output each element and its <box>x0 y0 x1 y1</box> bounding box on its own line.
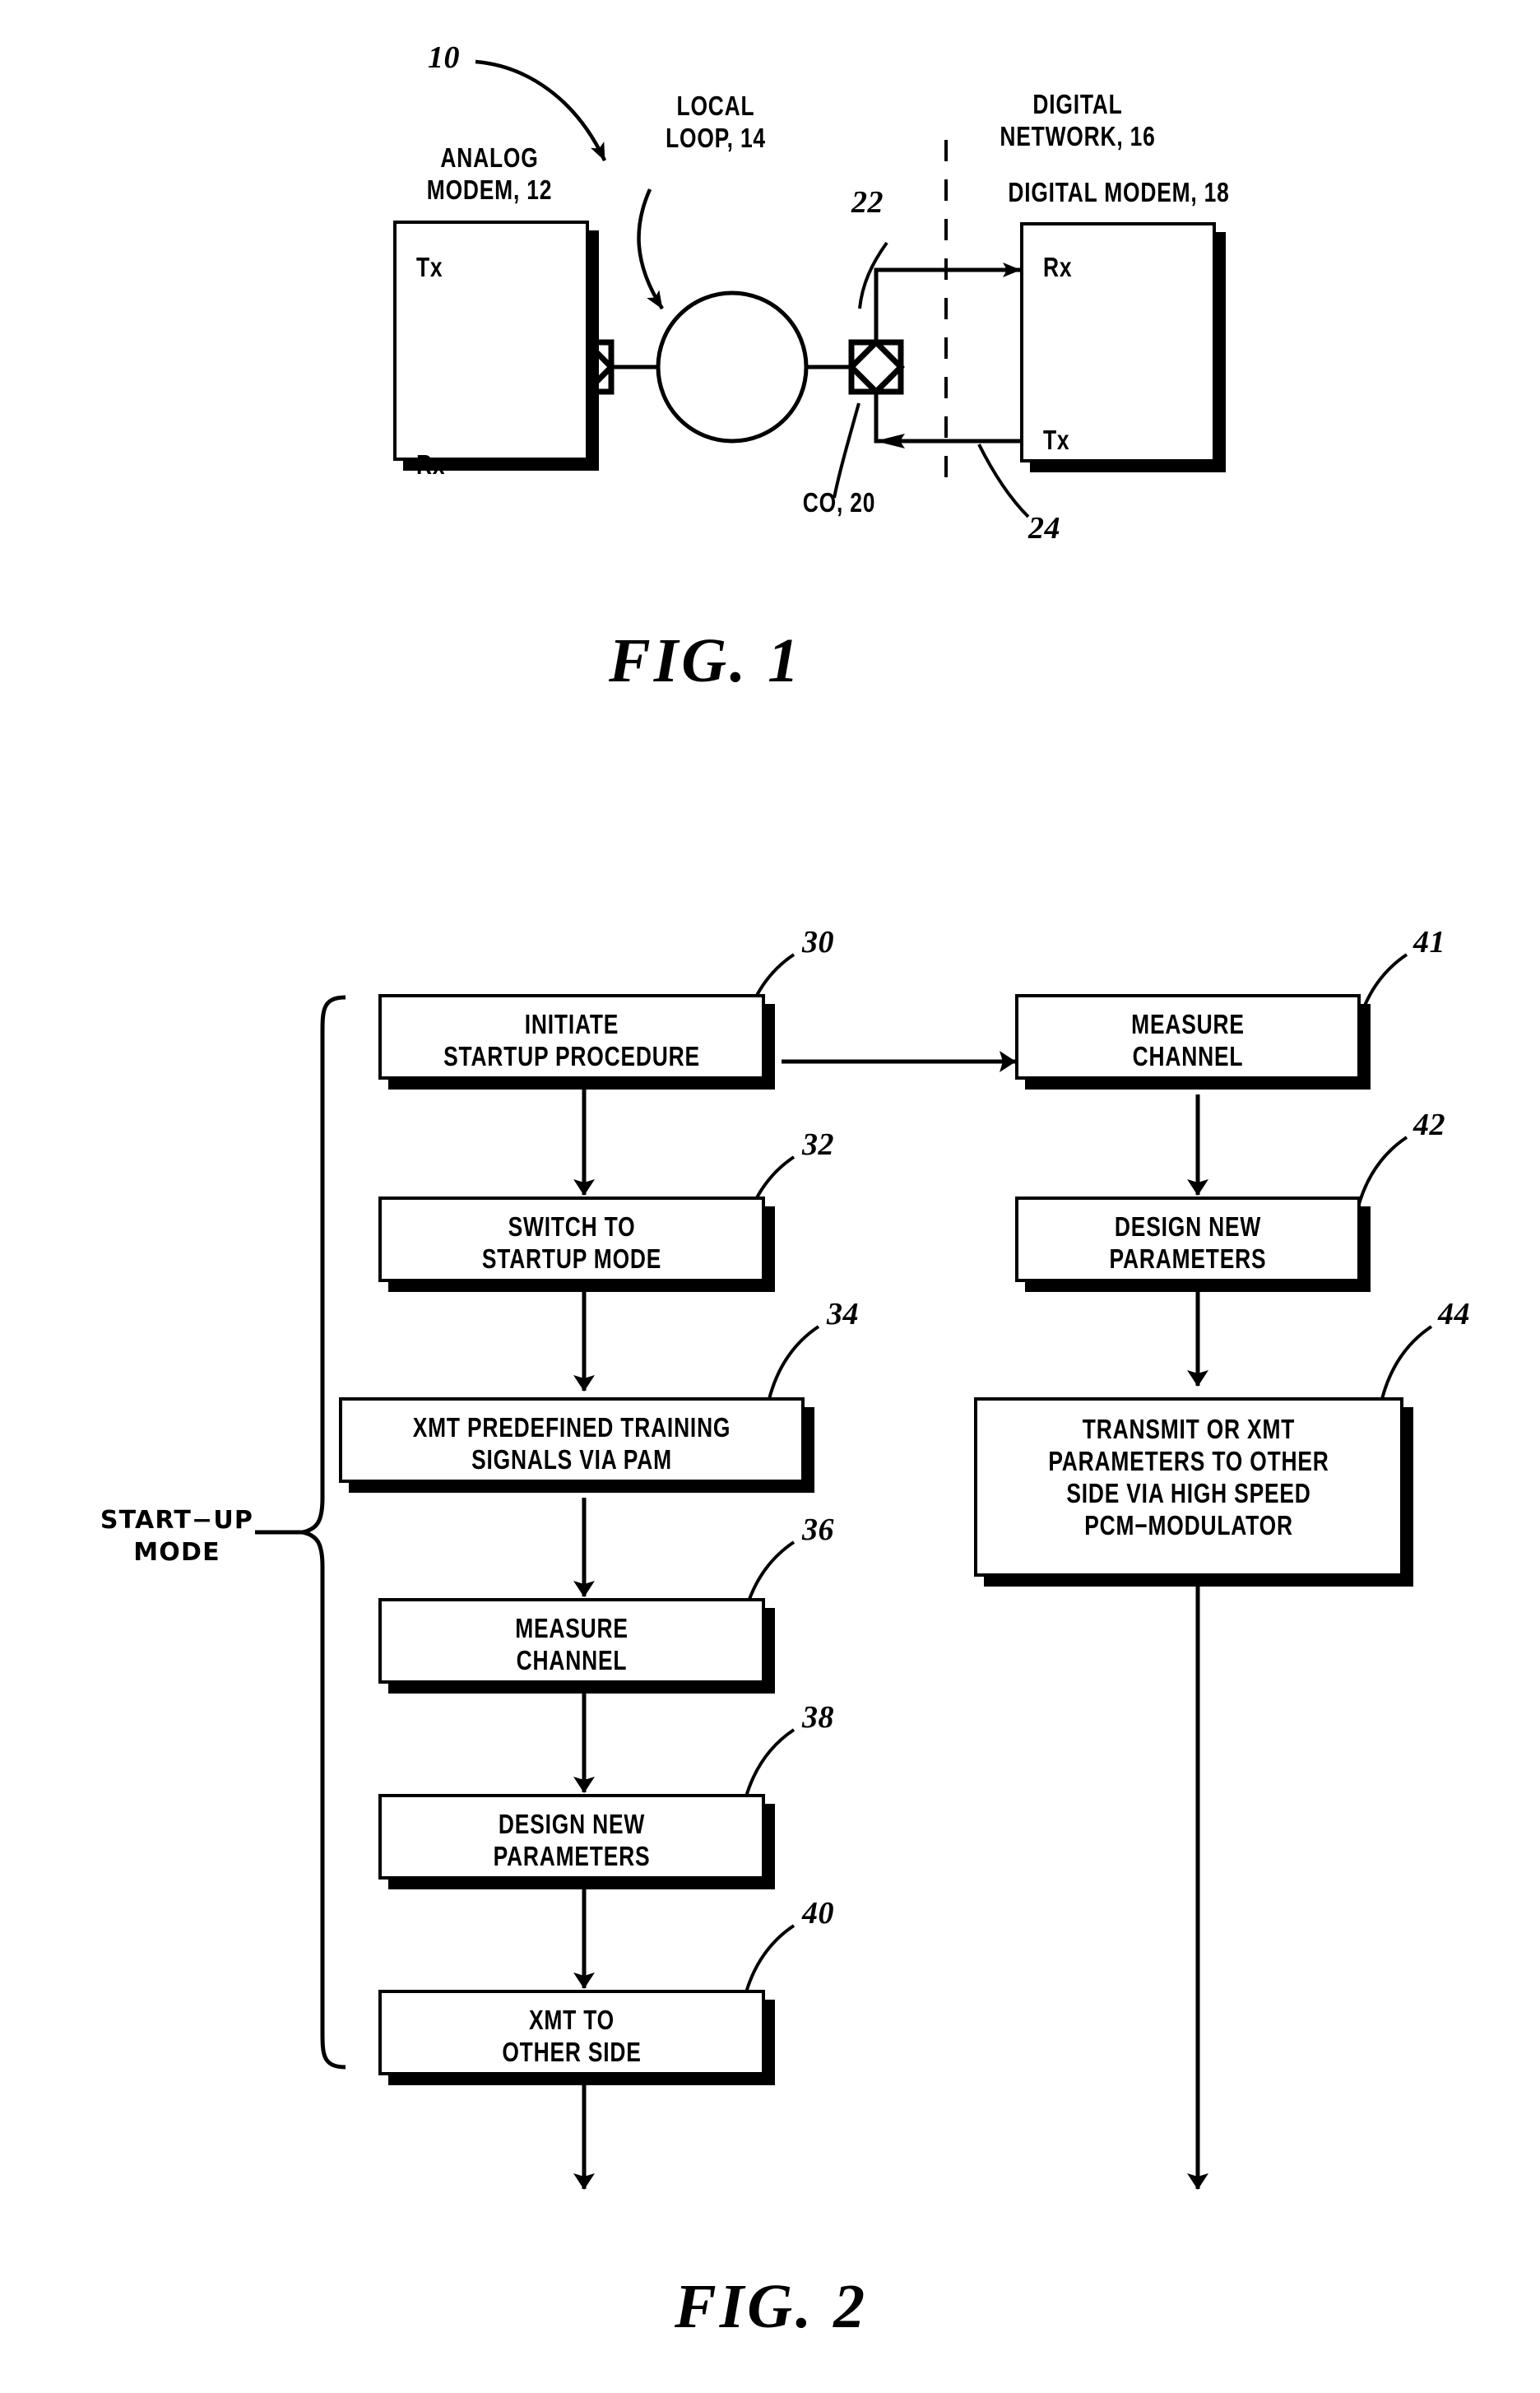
startup-mode-brace <box>302 995 346 2070</box>
step-30-label: INITIATE STARTUP PROCEDURE <box>443 1009 700 1071</box>
patent-drawing-page: Tx Rx Rx Tx ANALOG MODEM, 12 LOCAL LOOP,… <box>0 0 1540 2393</box>
step-32-label: SWITCH TO STARTUP MODE <box>481 1211 662 1274</box>
step-41-box: MEASURE CHANNEL <box>1015 994 1361 1080</box>
step-34-label: XMT PREDEFINED TRAINING SIGNALS VIA PAM <box>412 1412 731 1475</box>
leader-42 <box>1356 1136 1408 1210</box>
step-38-box: DESIGN NEW PARAMETERS <box>378 1794 765 1880</box>
step-42-box: DESIGN NEW PARAMETERS <box>1015 1196 1361 1282</box>
ref-41: 41 <box>1413 925 1445 960</box>
step-44-label: TRANSMIT OR XMT PARAMETERS TO OTHER SIDE… <box>1048 1414 1329 1540</box>
ref-40: 40 <box>802 1896 834 1931</box>
ref-44: 44 <box>1438 1297 1470 1331</box>
step-42-label: DESIGN NEW PARAMETERS <box>1109 1211 1267 1274</box>
leader-44 <box>1380 1325 1433 1400</box>
step-40-box: XMT TO OTHER SIDE <box>378 1990 765 2075</box>
step-36-label: MEASURE CHANNEL <box>515 1613 629 1675</box>
ref-34: 34 <box>827 1297 859 1331</box>
step-30-box: INITIATE STARTUP PROCEDURE <box>378 994 765 1080</box>
step-34-box: XMT PREDEFINED TRAINING SIGNALS VIA PAM <box>339 1397 805 1483</box>
ref-36: 36 <box>802 1512 834 1547</box>
step-44-box: TRANSMIT OR XMT PARAMETERS TO OTHER SIDE… <box>974 1397 1403 1577</box>
leader-34 <box>768 1325 820 1400</box>
figure-2-caption: FIG. 2 <box>675 2272 869 2341</box>
step-41-label: MEASURE CHANNEL <box>1131 1009 1245 1071</box>
startup-mode-bracket-label: START−UP MODE <box>100 1506 254 1567</box>
ref-32: 32 <box>802 1127 834 1162</box>
step-38-label: DESIGN NEW PARAMETERS <box>493 1809 651 1871</box>
step-32-box: SWITCH TO STARTUP MODE <box>378 1196 765 1282</box>
ref-38: 38 <box>802 1700 834 1735</box>
step-36-box: MEASURE CHANNEL <box>378 1598 765 1684</box>
leader-38 <box>743 1728 796 1803</box>
ref-42: 42 <box>1413 1108 1445 1142</box>
leader-40 <box>743 1924 796 1999</box>
step-40-label: XMT TO OTHER SIDE <box>502 2005 642 2067</box>
ref-30: 30 <box>802 925 834 960</box>
